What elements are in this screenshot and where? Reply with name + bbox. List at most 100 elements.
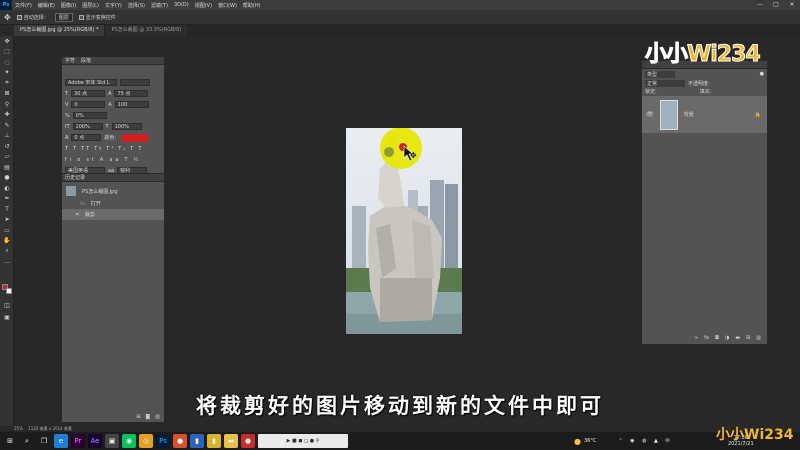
app-icon[interactable]: ▣ xyxy=(105,434,119,448)
new-layer-icon[interactable]: ⊞ xyxy=(746,335,750,341)
strikethrough-icon[interactable]: T xyxy=(138,146,143,152)
fractions-icon[interactable]: ½ xyxy=(134,157,142,163)
layer-filter-select[interactable]: 类型 xyxy=(645,71,675,78)
menu-type[interactable]: 文字(Y) xyxy=(102,2,125,9)
menu-view[interactable]: 视图(V) xyxy=(192,2,215,9)
more-tools-icon[interactable]: … xyxy=(0,257,14,268)
eyedropper-icon[interactable]: ⚲ xyxy=(0,99,14,110)
history-panel-title[interactable]: 历史记录 xyxy=(65,174,85,181)
app-icon-yellow[interactable]: ▮ xyxy=(207,434,221,448)
fx-icon[interactable]: fx xyxy=(704,335,709,341)
eraser-tool-icon[interactable]: ▱ xyxy=(0,152,14,163)
edge-browser-icon[interactable]: e xyxy=(54,434,68,448)
vertical-scale-field[interactable]: 100% xyxy=(72,123,103,130)
font-family-select[interactable]: Adobe 宋体 Std L xyxy=(65,79,117,86)
superscript-icon[interactable]: T¹ xyxy=(106,146,115,152)
link-layers-icon[interactable]: ∞ xyxy=(694,335,698,341)
pen-tool-icon[interactable]: ✒ xyxy=(0,194,14,205)
background-color-swatch[interactable] xyxy=(6,288,12,294)
menu-select[interactable]: 选择(S) xyxy=(125,2,148,9)
menu-layer[interactable]: 图层(L) xyxy=(79,2,102,9)
baseline-field[interactable]: 0 点 xyxy=(71,134,102,141)
blur-tool-icon[interactable]: ● xyxy=(0,173,14,184)
swash-icon[interactable]: σ xyxy=(77,157,83,163)
task-view-icon[interactable]: ❐ xyxy=(37,434,51,448)
tab-character[interactable]: 字符 xyxy=(65,57,75,64)
underline-icon[interactable]: T xyxy=(130,146,135,152)
hand-tool-icon[interactable]: ✋ xyxy=(0,236,14,247)
show-transform-checkbox[interactable]: 显示变换控件 xyxy=(78,14,116,21)
move-tool-icon[interactable]: ✥ xyxy=(4,13,11,22)
adjustment-icon[interactable]: ◑ xyxy=(725,335,729,341)
crop-tool-icon[interactable]: ⌗ xyxy=(0,78,14,89)
chrome-icon[interactable]: ◎ xyxy=(139,434,153,448)
font-size-field[interactable]: 30 点 xyxy=(71,90,106,97)
stylistic-icon[interactable]: st xyxy=(86,157,97,163)
auto-select-checkbox[interactable]: 自动选择： xyxy=(16,14,49,21)
premiere-icon[interactable]: Pr xyxy=(71,434,85,448)
all-caps-icon[interactable]: TT xyxy=(81,146,91,152)
gradient-tool-icon[interactable]: ▤ xyxy=(0,162,14,173)
app-icon-red[interactable]: ● xyxy=(241,434,255,448)
delete-layer-icon[interactable]: ▥ xyxy=(756,335,761,341)
kerning-field[interactable]: 0 xyxy=(71,101,106,108)
menu-edit[interactable]: 编辑(E) xyxy=(35,2,58,9)
start-icon[interactable]: ⊞ xyxy=(3,434,17,448)
menu-image[interactable]: 图像(I) xyxy=(58,2,79,9)
marquee-tool-icon[interactable]: ⬚ xyxy=(0,47,14,58)
layer-name[interactable]: 背景 xyxy=(684,111,694,118)
leading-field[interactable]: 75 点 xyxy=(114,90,149,97)
layer-row-background[interactable]: 👁 背景 🔒 xyxy=(642,96,767,133)
photoshop-icon[interactable]: Ps xyxy=(156,434,170,448)
proportional-spacing-field[interactable]: 0% xyxy=(72,112,107,119)
after-effects-icon[interactable]: Ae xyxy=(88,434,102,448)
menu-help[interactable]: 帮助(H) xyxy=(240,2,264,9)
dodge-tool-icon[interactable]: ◐ xyxy=(0,183,14,194)
lasso-tool-icon[interactable]: ◌ xyxy=(0,57,14,68)
menu-window[interactable]: 窗口(W) xyxy=(215,2,240,9)
zoom-tool-icon[interactable]: ⌕ xyxy=(0,246,14,257)
mask-icon[interactable]: ◘ xyxy=(715,335,719,341)
search-icon[interactable]: ⌕ xyxy=(20,434,34,448)
visibility-eye-icon[interactable]: 👁 xyxy=(646,111,654,118)
history-snapshot[interactable]: PS怎么裁图.jpg xyxy=(62,184,164,198)
move-tool-icon[interactable]: ✥ xyxy=(0,36,14,47)
blend-mode-select[interactable]: 正常 xyxy=(645,80,685,87)
subscript-icon[interactable]: T₁ xyxy=(118,146,127,152)
stamp-tool-icon[interactable]: ⊥ xyxy=(0,131,14,142)
tab-document-1[interactable]: PS怎么裁图.jpg @ 25%(RGB/8) * xyxy=(14,25,106,36)
minimize-button[interactable]: — xyxy=(752,0,768,10)
titling-icon[interactable]: T xyxy=(124,157,130,163)
group-folder-icon[interactable]: ▬ xyxy=(735,335,740,341)
history-brush-icon[interactable]: ↺ xyxy=(0,141,14,152)
faux-bold-icon[interactable]: T xyxy=(65,146,70,152)
menu-file[interactable]: 文件(F) xyxy=(12,2,35,9)
app-icon-orange[interactable]: ● xyxy=(173,434,187,448)
magic-wand-icon[interactable]: ✦ xyxy=(0,68,14,79)
tab-document-2[interactable]: PS怎么裁图 @ 33.3%(RGB/8) xyxy=(105,25,189,36)
close-button[interactable]: ✕ xyxy=(784,0,800,10)
filter-toggle-icon[interactable]: ● xyxy=(760,71,764,78)
ordinal-icon[interactable]: aa xyxy=(109,157,121,163)
path-select-icon[interactable]: ➤ xyxy=(0,215,14,226)
discretionary-icon[interactable]: A xyxy=(100,157,106,163)
app-icon-folder[interactable]: ▬ xyxy=(224,434,238,448)
recorder-toolbar[interactable]: ▶ ■ ◼ ◻ ● ⚲ xyxy=(258,434,348,448)
healing-brush-icon[interactable]: ✚ xyxy=(0,110,14,121)
horizontal-scale-field[interactable]: 100% xyxy=(111,123,142,130)
wechat-icon[interactable]: ◉ xyxy=(122,434,136,448)
auto-select-target-dropdown[interactable]: 图层 xyxy=(54,12,73,22)
history-item-open[interactable]: ▭ 打开 xyxy=(62,198,164,209)
ligature-icon[interactable]: fi xyxy=(65,157,74,163)
screen-mode-icon[interactable]: ▣ xyxy=(0,312,14,323)
small-caps-icon[interactable]: Tt xyxy=(94,146,103,152)
tab-paragraph[interactable]: 段落 xyxy=(81,57,91,64)
type-tool-icon[interactable]: T xyxy=(0,204,14,215)
maximize-button[interactable]: □ xyxy=(768,0,784,10)
quick-mask-icon[interactable]: ◫ xyxy=(0,300,14,311)
font-style-select[interactable] xyxy=(120,79,150,86)
menu-3d[interactable]: 3D(D) xyxy=(171,2,192,8)
faux-italic-icon[interactable]: T xyxy=(73,146,78,152)
app-icon-blue[interactable]: ▮ xyxy=(190,434,204,448)
history-item-crop[interactable]: ⌗ 裁剪 xyxy=(62,209,164,220)
